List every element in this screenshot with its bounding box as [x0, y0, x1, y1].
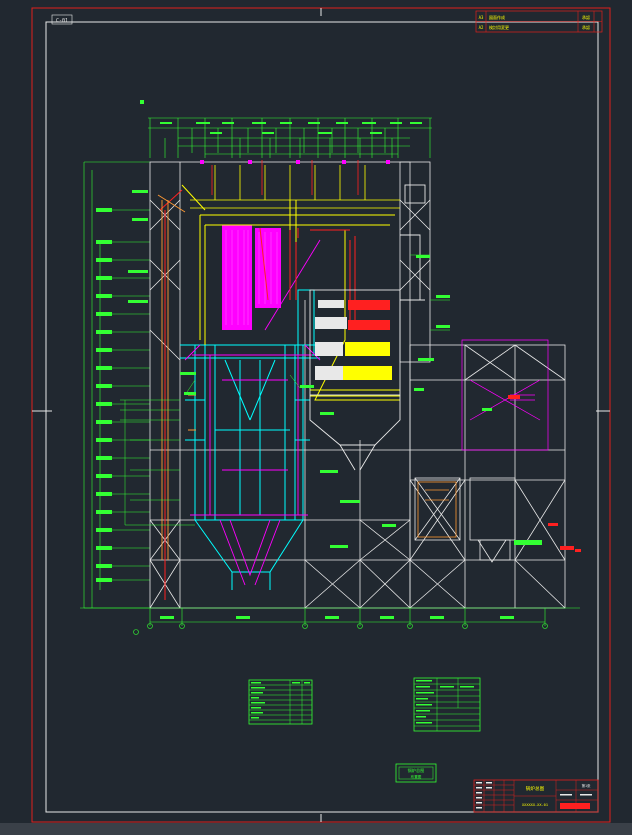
title-block-stamp	[560, 803, 590, 809]
status-bar	[0, 823, 632, 835]
title-block-title: 锅炉总图	[526, 785, 545, 792]
reheater-red-2	[348, 320, 390, 330]
title-block-sheet: 第1张	[582, 783, 591, 788]
rev-stamp-1: 承認	[582, 14, 590, 20]
air-preheater-white-3	[315, 366, 343, 380]
cad-drawing-canvas[interactable]: C-01 A3 図面作成 承認 A2 検討用変更 承認 锅炉总图 布置图 锅炉总…	[0, 0, 632, 835]
air-preheater-white-1	[315, 317, 347, 329]
rev-code-2: A2	[479, 25, 484, 30]
reheater-red-1	[348, 300, 390, 310]
economizer-yellow-2	[345, 342, 390, 356]
superheater-block-1	[222, 225, 252, 330]
air-preheater-white-2	[315, 342, 343, 356]
air-preheater-white-4	[318, 300, 344, 308]
title-block-drawing-no: XXXXXX-XX-01	[522, 803, 548, 807]
sheet-tag: C-01	[56, 18, 68, 24]
rev-text-2: 検討用変更	[489, 24, 509, 30]
rev-stamp-2: 承認	[582, 24, 590, 30]
canvas-background	[0, 0, 632, 835]
center-title-label: 锅炉总图	[408, 767, 425, 774]
center-title-sub: 布置图	[411, 774, 422, 779]
rev-text-1: 図面作成	[489, 14, 505, 20]
rev-code-1: A3	[479, 15, 484, 20]
